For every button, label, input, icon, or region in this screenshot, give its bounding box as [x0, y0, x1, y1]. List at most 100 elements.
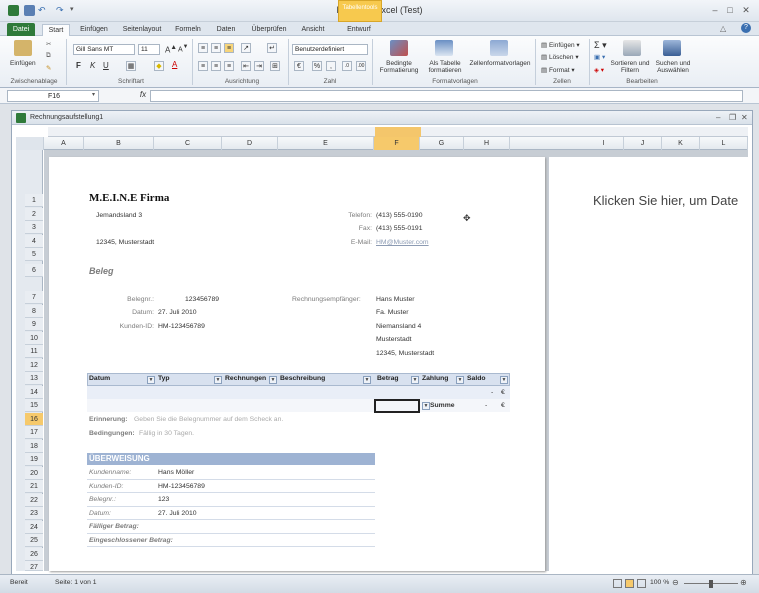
filter-dropdown-icon[interactable]: ▼: [500, 376, 508, 384]
row-header[interactable]: 18: [25, 440, 43, 453]
column-header[interactable]: E: [278, 137, 374, 150]
row-header[interactable]: 1: [25, 194, 43, 207]
merge-center-icon[interactable]: ⊞: [270, 61, 280, 71]
row-header[interactable]: 25: [25, 534, 43, 547]
row-header[interactable]: 7: [25, 291, 43, 304]
row-header[interactable]: 10: [25, 332, 43, 345]
row-header[interactable]: 26: [25, 548, 43, 561]
help-icon[interactable]: ?: [741, 23, 751, 33]
row-header[interactable]: 4: [25, 235, 43, 248]
zoom-out-icon[interactable]: ⊖: [672, 578, 679, 587]
format-as-table-icon[interactable]: [435, 40, 453, 56]
maximize-icon[interactable]: □: [724, 4, 736, 16]
sort-filter-button[interactable]: Sortieren und Filtern: [608, 60, 652, 74]
column-header[interactable]: D: [222, 137, 278, 150]
font-size-combo[interactable]: 11: [138, 44, 160, 55]
zoom-in-icon[interactable]: ⊕: [740, 578, 747, 587]
row-header[interactable]: 14: [25, 386, 43, 399]
add-data-hint[interactable]: Klicken Sie hier, um Date: [593, 193, 738, 208]
normal-view-icon[interactable]: [613, 579, 622, 588]
decrease-decimal-icon[interactable]: .00: [356, 61, 366, 71]
shrink-font-icon[interactable]: A▼: [178, 44, 188, 53]
column-header[interactable]: B: [84, 137, 154, 150]
sort-filter-icon[interactable]: [623, 40, 641, 56]
conditional-formatting-button[interactable]: Bedingte Formatierung: [376, 60, 422, 74]
clear-icon[interactable]: ◈ ▾: [594, 66, 604, 74]
page-break-view-icon[interactable]: [637, 579, 646, 588]
filter-dropdown-icon[interactable]: ▼: [147, 376, 155, 384]
name-box-dropdown-icon[interactable]: ▾: [92, 91, 95, 98]
formula-input[interactable]: [150, 90, 743, 102]
tab-start[interactable]: Start: [42, 24, 70, 36]
paste-icon[interactable]: [14, 40, 32, 56]
row-header[interactable]: 24: [25, 521, 43, 534]
row-header[interactable]: 8: [25, 305, 43, 318]
align-top-icon[interactable]: ≡: [198, 43, 208, 53]
row-header[interactable]: 6: [25, 264, 43, 277]
filter-dropdown-icon[interactable]: ▼: [456, 376, 464, 384]
row-header[interactable]: 19: [25, 453, 43, 466]
filter-dropdown-icon[interactable]: ▼: [269, 376, 277, 384]
tab-design[interactable]: Entwurf: [340, 24, 378, 36]
row-header[interactable]: 23: [25, 507, 43, 520]
name-box[interactable]: F16: [7, 90, 99, 102]
row-header[interactable]: 21: [25, 480, 43, 493]
delete-cells-button[interactable]: ▤ Löschen ▾: [541, 53, 579, 61]
column-header[interactable]: I: [584, 137, 624, 150]
wrap-text-icon[interactable]: ↵: [267, 43, 277, 53]
tab-formulas[interactable]: Formeln: [172, 24, 204, 36]
paste-button[interactable]: Einfügen: [10, 60, 36, 67]
find-select-icon[interactable]: [663, 40, 681, 56]
minimize-icon[interactable]: –: [709, 4, 721, 16]
orientation-icon[interactable]: ↗: [241, 43, 251, 53]
decrease-indent-icon[interactable]: ⇤: [241, 61, 251, 71]
column-header[interactable]: F: [374, 137, 420, 150]
tab-page-layout[interactable]: Seitenlayout: [118, 24, 166, 36]
filter-dropdown-icon[interactable]: ▼: [363, 376, 371, 384]
copy-icon[interactable]: ⧉: [46, 52, 51, 60]
number-format-combo[interactable]: Benutzerdefiniert: [292, 44, 368, 55]
email-link[interactable]: HM@Muster.com: [376, 239, 429, 246]
table-row[interactable]: - €: [87, 386, 510, 399]
column-header[interactable]: G: [420, 137, 464, 150]
cell-styles-icon[interactable]: [490, 40, 508, 56]
wb-minimize-icon[interactable]: –: [716, 113, 720, 122]
close-icon[interactable]: ✕: [740, 4, 752, 16]
row-header[interactable]: 15: [25, 399, 43, 412]
percent-icon[interactable]: %: [312, 61, 322, 71]
column-header[interactable]: H: [464, 137, 510, 150]
find-select-button[interactable]: Suchen und Auswählen: [650, 60, 696, 74]
fill-icon[interactable]: ▣ ▾: [594, 53, 605, 61]
wb-close-icon[interactable]: ✕: [741, 113, 748, 122]
thousands-icon[interactable]: ,: [326, 61, 336, 71]
cell-styles-button[interactable]: Zellenformatvorlagen: [467, 60, 533, 67]
zoom-level[interactable]: 100 %: [650, 579, 669, 586]
border-icon[interactable]: ▦: [126, 61, 136, 71]
selected-cell-F16[interactable]: [374, 399, 420, 413]
align-center-icon[interactable]: ≡: [211, 61, 221, 71]
page-2[interactable]: [549, 157, 748, 571]
font-color-icon[interactable]: A: [172, 60, 177, 69]
italic-button[interactable]: K: [90, 61, 95, 70]
tab-insert[interactable]: Einfügen: [75, 24, 113, 36]
row-header[interactable]: 22: [25, 494, 43, 507]
align-right-icon[interactable]: ≡: [224, 61, 234, 71]
insert-cells-button[interactable]: ▤ Einfügen ▾: [541, 41, 580, 49]
increase-indent-icon[interactable]: ⇥: [254, 61, 264, 71]
format-as-table-button[interactable]: Als Tabelle formatieren: [422, 60, 468, 74]
align-bottom-icon[interactable]: ≡: [224, 43, 234, 53]
row-header[interactable]: 13: [25, 372, 43, 385]
page-layout-view-icon[interactable]: [625, 579, 634, 588]
row-header[interactable]: 27: [25, 561, 43, 571]
wb-restore-icon[interactable]: ❐: [729, 113, 736, 122]
column-header[interactable]: J: [624, 137, 662, 150]
row-header[interactable]: 11: [25, 345, 43, 358]
insert-function-button[interactable]: fx: [136, 90, 150, 102]
column-header[interactable]: C: [154, 137, 222, 150]
filter-dropdown-icon[interactable]: ▼: [214, 376, 222, 384]
underline-button[interactable]: U: [103, 61, 109, 70]
row-header[interactable]: 17: [25, 426, 43, 439]
zoom-slider-thumb[interactable]: [709, 580, 713, 588]
filter-dropdown-icon[interactable]: ▼: [411, 376, 419, 384]
row-header[interactable]: 3: [25, 221, 43, 234]
